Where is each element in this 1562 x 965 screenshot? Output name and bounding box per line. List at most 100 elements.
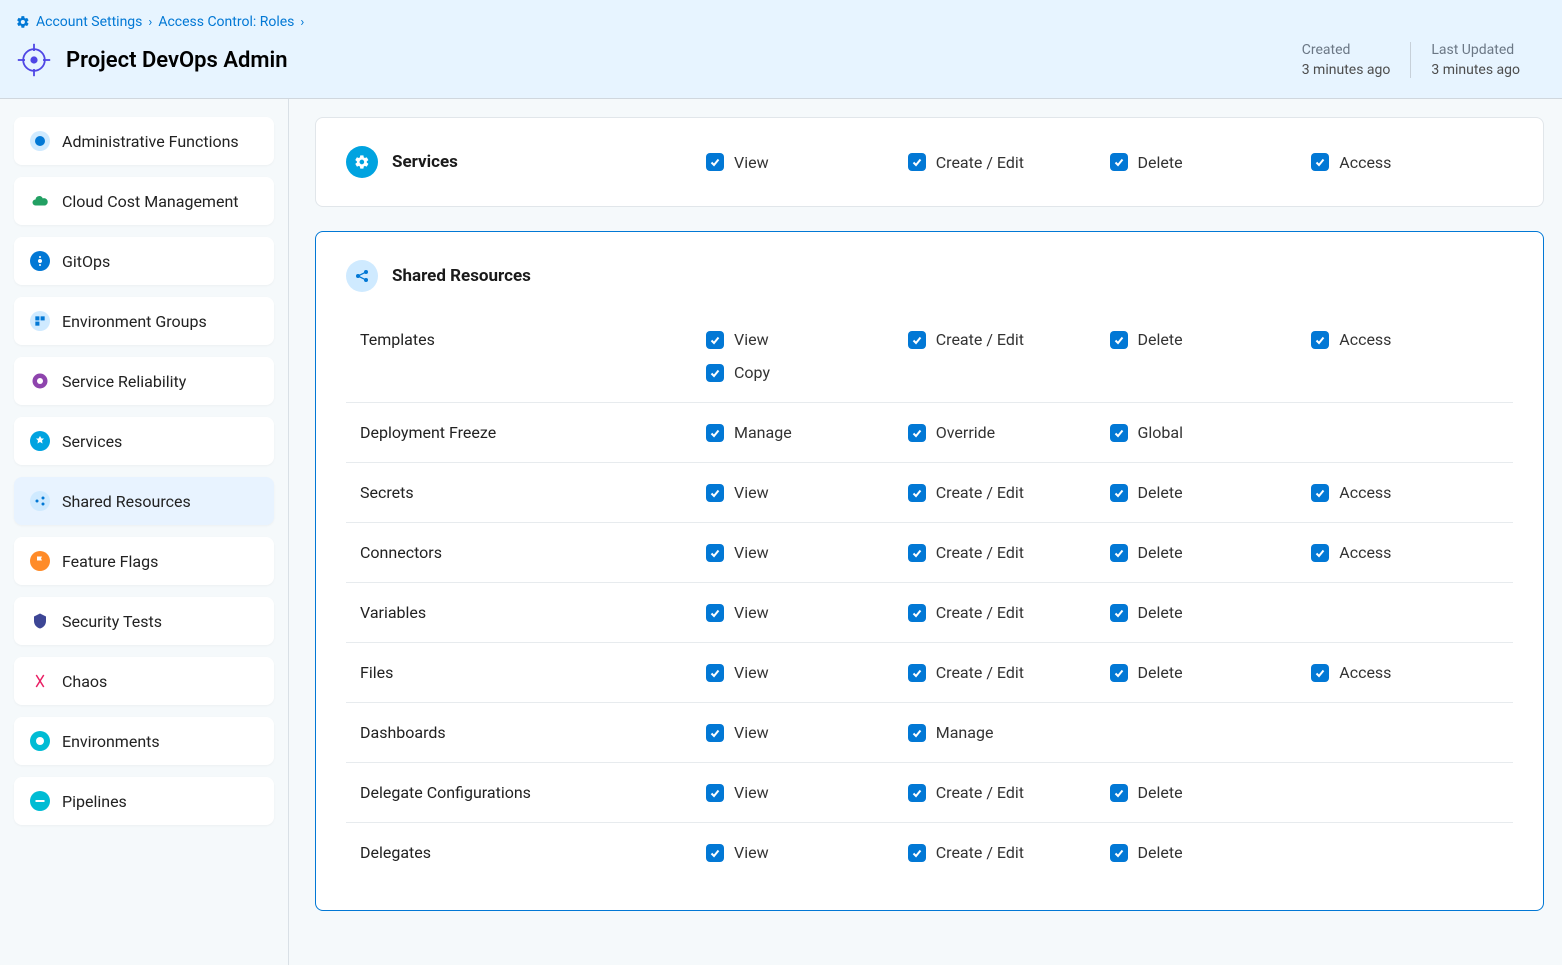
services-access-checkbox[interactable]: Access	[1311, 153, 1513, 172]
deployment-freeze-override-checkbox[interactable]: Override	[908, 423, 1110, 442]
sidebar-item-security-tests[interactable]: Security Tests	[14, 597, 274, 645]
target-icon	[16, 42, 52, 78]
files-access-checkbox[interactable]: Access	[1311, 663, 1513, 682]
secrets-access-checkbox[interactable]: Access	[1311, 483, 1513, 502]
shared-section-icon	[346, 260, 378, 292]
connectors-access-checkbox[interactable]: Access	[1311, 543, 1513, 562]
section-shared-resources: Shared Resources TemplatesViewCopyCreate…	[315, 231, 1544, 911]
srm-icon	[30, 371, 50, 391]
deployment-freeze-global-checkbox[interactable]: Global	[1110, 423, 1312, 442]
secrets-create-edit-checkbox[interactable]: Create / Edit	[908, 483, 1110, 502]
ff-icon	[30, 551, 50, 571]
perm-row-connectors: ConnectorsViewCreate / EditDeleteAccess	[346, 522, 1513, 582]
services-view-checkbox[interactable]: View	[706, 153, 908, 172]
sidebar-item-label: Shared Resources	[62, 492, 191, 511]
sidebar-item-shared-resources[interactable]: Shared Resources	[14, 477, 274, 525]
section-services: Services View Create / Edit Delete Acces…	[315, 117, 1544, 207]
sidebar-item-environments[interactable]: Environments	[14, 717, 274, 765]
sidebar-item-label: GitOps	[62, 252, 110, 271]
connectors-create-edit-checkbox[interactable]: Create / Edit	[908, 543, 1110, 562]
sidebar-item-chaos[interactable]: Chaos	[14, 657, 274, 705]
services-delete-checkbox[interactable]: Delete	[1110, 153, 1312, 172]
sidebar-item-label: Services	[62, 432, 122, 451]
sidebar-item-feature-flags[interactable]: Feature Flags	[14, 537, 274, 585]
updated-value: 3 minutes ago	[1431, 62, 1520, 78]
sidebar-item-pipelines[interactable]: Pipelines	[14, 777, 274, 825]
perm-name-secrets: Secrets	[346, 483, 706, 502]
perm-name-deployment-freeze: Deployment Freeze	[346, 423, 706, 442]
breadcrumb-account-settings[interactable]: Account Settings	[36, 14, 142, 30]
chevron-right-icon: ›	[300, 15, 304, 30]
perm-row-secrets: SecretsViewCreate / EditDeleteAccess	[346, 462, 1513, 522]
chaos-icon	[30, 671, 50, 691]
perm-row-templates: TemplatesViewCopyCreate / EditDeleteAcce…	[346, 310, 1513, 402]
perm-name-connectors: Connectors	[346, 543, 706, 562]
secrets-delete-checkbox[interactable]: Delete	[1110, 483, 1312, 502]
files-view-checkbox[interactable]: View	[706, 663, 908, 682]
delegate-configurations-view-checkbox[interactable]: View	[706, 783, 908, 802]
meta-info: Created 3 minutes ago Last Updated 3 min…	[1282, 42, 1540, 78]
pipelines-icon	[30, 791, 50, 811]
sidebar-item-label: Environment Groups	[62, 312, 207, 331]
templates-access-checkbox[interactable]: Access	[1311, 330, 1513, 349]
created-value: 3 minutes ago	[1302, 62, 1391, 78]
cloud-cost-icon	[30, 191, 50, 211]
sidebar-item-service-reliability[interactable]: Service Reliability	[14, 357, 274, 405]
services-create-checkbox[interactable]: Create / Edit	[908, 153, 1110, 172]
connectors-view-checkbox[interactable]: View	[706, 543, 908, 562]
perm-name-delegates: Delegates	[346, 843, 706, 862]
services-icon	[30, 431, 50, 451]
security-icon	[30, 611, 50, 631]
chevron-right-icon: ›	[148, 15, 152, 30]
deployment-freeze-manage-checkbox[interactable]: Manage	[706, 423, 908, 442]
perm-row-variables: VariablesViewCreate / EditDelete	[346, 582, 1513, 642]
breadcrumb-access-control-roles[interactable]: Access Control: Roles	[158, 14, 294, 30]
templates-view-checkbox[interactable]: View	[706, 330, 908, 349]
sidebar-item-label: Administrative Functions	[62, 132, 239, 151]
variables-view-checkbox[interactable]: View	[706, 603, 908, 622]
templates-create-edit-checkbox[interactable]: Create / Edit	[908, 330, 1110, 349]
perm-name-delegate-configurations: Delegate Configurations	[346, 783, 706, 802]
variables-create-edit-checkbox[interactable]: Create / Edit	[908, 603, 1110, 622]
env-icon	[30, 731, 50, 751]
main-content: Services View Create / Edit Delete Acces…	[289, 99, 1562, 965]
delegates-view-checkbox[interactable]: View	[706, 843, 908, 862]
sidebar-item-label: Chaos	[62, 672, 107, 691]
sidebar-item-label: Environments	[62, 732, 160, 751]
sidebar-item-services[interactable]: Services	[14, 417, 274, 465]
dashboards-view-checkbox[interactable]: View	[706, 723, 908, 742]
services-title: Services	[392, 152, 458, 172]
sidebar-item-cloud-cost-management[interactable]: Cloud Cost Management	[14, 177, 274, 225]
gear-icon	[16, 15, 30, 29]
templates-delete-checkbox[interactable]: Delete	[1110, 330, 1312, 349]
delegate-configurations-delete-checkbox[interactable]: Delete	[1110, 783, 1312, 802]
connectors-delete-checkbox[interactable]: Delete	[1110, 543, 1312, 562]
sidebar-item-label: Cloud Cost Management	[62, 192, 239, 211]
dashboards-manage-checkbox[interactable]: Manage	[908, 723, 1110, 742]
sidebar-item-label: Service Reliability	[62, 372, 186, 391]
secrets-view-checkbox[interactable]: View	[706, 483, 908, 502]
variables-delete-checkbox[interactable]: Delete	[1110, 603, 1312, 622]
perm-name-variables: Variables	[346, 603, 706, 622]
delegates-create-edit-checkbox[interactable]: Create / Edit	[908, 843, 1110, 862]
updated-label: Last Updated	[1431, 42, 1520, 58]
shared-title: Shared Resources	[392, 266, 531, 286]
sidebar-item-label: Feature Flags	[62, 552, 158, 571]
files-create-edit-checkbox[interactable]: Create / Edit	[908, 663, 1110, 682]
perm-row-deployment-freeze: Deployment FreezeManageOverrideGlobal	[346, 402, 1513, 462]
services-section-icon	[346, 146, 378, 178]
sidebar-item-label: Security Tests	[62, 612, 162, 631]
perm-row-dashboards: DashboardsViewManage	[346, 702, 1513, 762]
files-delete-checkbox[interactable]: Delete	[1110, 663, 1312, 682]
perm-row-delegate-configurations: Delegate ConfigurationsViewCreate / Edit…	[346, 762, 1513, 822]
templates-copy-checkbox[interactable]: Copy	[706, 363, 908, 382]
sidebar-item-environment-groups[interactable]: Environment Groups	[14, 297, 274, 345]
delegate-configurations-create-edit-checkbox[interactable]: Create / Edit	[908, 783, 1110, 802]
perm-name-files: Files	[346, 663, 706, 682]
gitops-icon	[30, 251, 50, 271]
perm-name-dashboards: Dashboards	[346, 723, 706, 742]
admin-icon	[30, 131, 50, 151]
sidebar-item-gitops[interactable]: GitOps	[14, 237, 274, 285]
sidebar-item-administrative-functions[interactable]: Administrative Functions	[14, 117, 274, 165]
delegates-delete-checkbox[interactable]: Delete	[1110, 843, 1312, 862]
